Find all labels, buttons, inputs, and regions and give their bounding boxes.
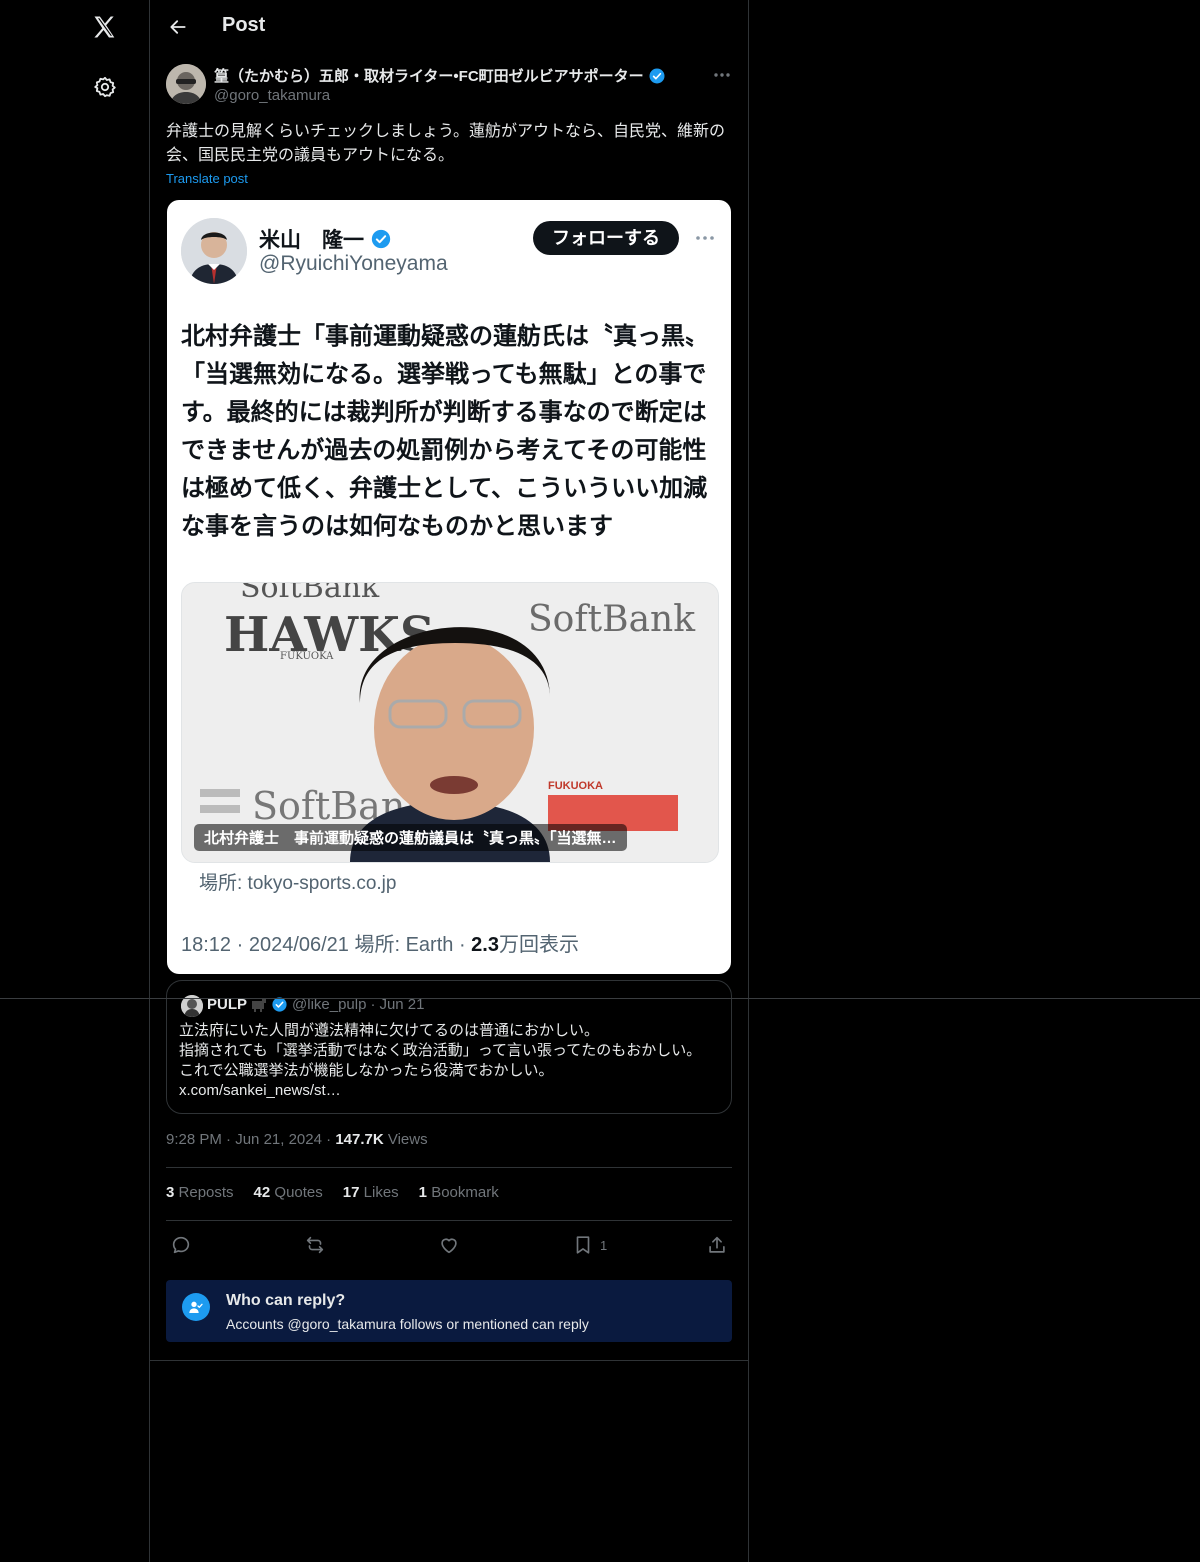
verified-badge-icon bbox=[649, 68, 665, 83]
repost-button[interactable] bbox=[304, 1232, 326, 1258]
embedded-screenshot[interactable]: 米山 隆一 @RyuichiYoneyama フォローする 北村弁護士「事前運動… bbox=[167, 200, 731, 974]
back-button[interactable] bbox=[164, 13, 192, 41]
link-source: 場所: tokyo-sports.co.jp bbox=[199, 873, 397, 894]
follow-button: フォローする bbox=[533, 221, 679, 255]
quoted-post[interactable]: PULP @like_pulp · Jun 21 立法府にいた人間が遵法精神に欠… bbox=[166, 980, 732, 1114]
share-button[interactable] bbox=[706, 1232, 728, 1258]
left-nav bbox=[0, 0, 149, 1562]
more-icon bbox=[714, 73, 730, 77]
author-handle[interactable]: @goro_takamura bbox=[214, 87, 330, 104]
divider bbox=[0, 998, 1200, 999]
x-logo-icon[interactable] bbox=[88, 10, 122, 44]
svg-text:FUKUOKA: FUKUOKA bbox=[280, 651, 334, 662]
gear-icon[interactable] bbox=[88, 70, 122, 104]
quoted-link[interactable]: x.com/sankei_news/st… bbox=[179, 1081, 719, 1101]
bookmark-count: 1 bbox=[600, 1237, 608, 1253]
embedded-photo: SoftBank HAWKS FUKUOKA SoftBank SoftBank… bbox=[181, 582, 719, 863]
action-bar: 1 bbox=[166, 1230, 732, 1260]
quoted-post-text: 立法府にいた人間が遵法精神に欠けてるのは普通におかしい。 指摘されても「選挙活動… bbox=[179, 1021, 719, 1101]
person-check-icon bbox=[182, 1293, 210, 1321]
svg-text:SoftBank: SoftBank bbox=[240, 583, 380, 605]
heart-icon bbox=[441, 1238, 457, 1254]
reply-button[interactable] bbox=[170, 1232, 192, 1258]
svg-text:SoftBank: SoftBank bbox=[528, 599, 696, 640]
embedded-author-handle: @RyuichiYoneyama bbox=[259, 252, 448, 275]
verified-badge-icon bbox=[371, 229, 391, 249]
banner-subtitle: Accounts @goro_takamura follows or menti… bbox=[226, 1316, 589, 1332]
divider bbox=[166, 1167, 732, 1168]
photo-caption: 北村弁護士 事前運動疑惑の蓮舫議員は〝真っ黒〟「当選無… bbox=[194, 824, 627, 851]
reply-icon bbox=[172, 1236, 190, 1254]
main-column: Post 篁（たかむら）五郎・取材ライター•FC町田ゼルビアサポーター @gor… bbox=[150, 0, 748, 1562]
author-name[interactable]: 篁（たかむら）五郎・取材ライター•FC町田ゼルビアサポーター bbox=[214, 65, 666, 86]
embedded-meta: 18:12 · 2024/06/21 場所: Earth · 2.3万回表示 bbox=[181, 934, 579, 956]
bookmark-icon bbox=[576, 1236, 590, 1254]
banner-title: Who can reply? bbox=[226, 1292, 346, 1309]
divider bbox=[150, 1360, 748, 1361]
page-title: Post bbox=[222, 14, 266, 36]
who-can-reply-banner: Who can reply? Accounts @goro_takamura f… bbox=[166, 1280, 732, 1342]
more-options-button[interactable] bbox=[710, 64, 734, 86]
divider bbox=[166, 1220, 732, 1221]
likes-stat[interactable]: 17 Likes bbox=[343, 1184, 399, 1201]
embedded-post-text: 北村弁護士「事前運動疑惑の蓮舫氏は〝真っ黒〟「当選無効になる。選挙戦っても無駄」… bbox=[181, 323, 709, 540]
embedded-author-name: 米山 隆一 bbox=[259, 224, 392, 254]
post-text: 弁護士の見解くらいチェックしましょう。蓮舫がアウトなら、自民党、維新の会、国民民… bbox=[166, 123, 726, 164]
svg-text:FUKUOKA: FUKUOKA bbox=[548, 780, 603, 792]
avatar bbox=[181, 218, 247, 284]
repost-icon bbox=[306, 1236, 324, 1254]
divider bbox=[748, 0, 749, 1562]
pixel-emoji-icon bbox=[252, 998, 267, 1012]
translate-post-link[interactable]: Translate post bbox=[166, 171, 248, 186]
quotes-stat[interactable]: 42 Quotes bbox=[254, 1184, 323, 1201]
reposts-stat[interactable]: 3 Reposts bbox=[166, 1184, 234, 1201]
post-timestamp: 9:28 PM · Jun 21, 2024 · 147.7K Views bbox=[166, 1131, 428, 1148]
more-icon bbox=[693, 227, 717, 249]
like-button[interactable] bbox=[438, 1232, 460, 1258]
header-bar: Post bbox=[150, 0, 748, 54]
engagement-stats: 3 Reposts 42 Quotes 17 Likes 1 Bookmark bbox=[166, 1184, 499, 1201]
arrow-left-icon bbox=[170, 20, 186, 34]
photo-illustration: SoftBank HAWKS FUKUOKA SoftBank SoftBank… bbox=[182, 583, 718, 862]
bookmark-button[interactable]: 1 bbox=[572, 1232, 607, 1258]
bookmarks-stat[interactable]: 1 Bookmark bbox=[419, 1184, 499, 1201]
avatar[interactable] bbox=[166, 64, 206, 104]
share-icon bbox=[709, 1236, 725, 1253]
